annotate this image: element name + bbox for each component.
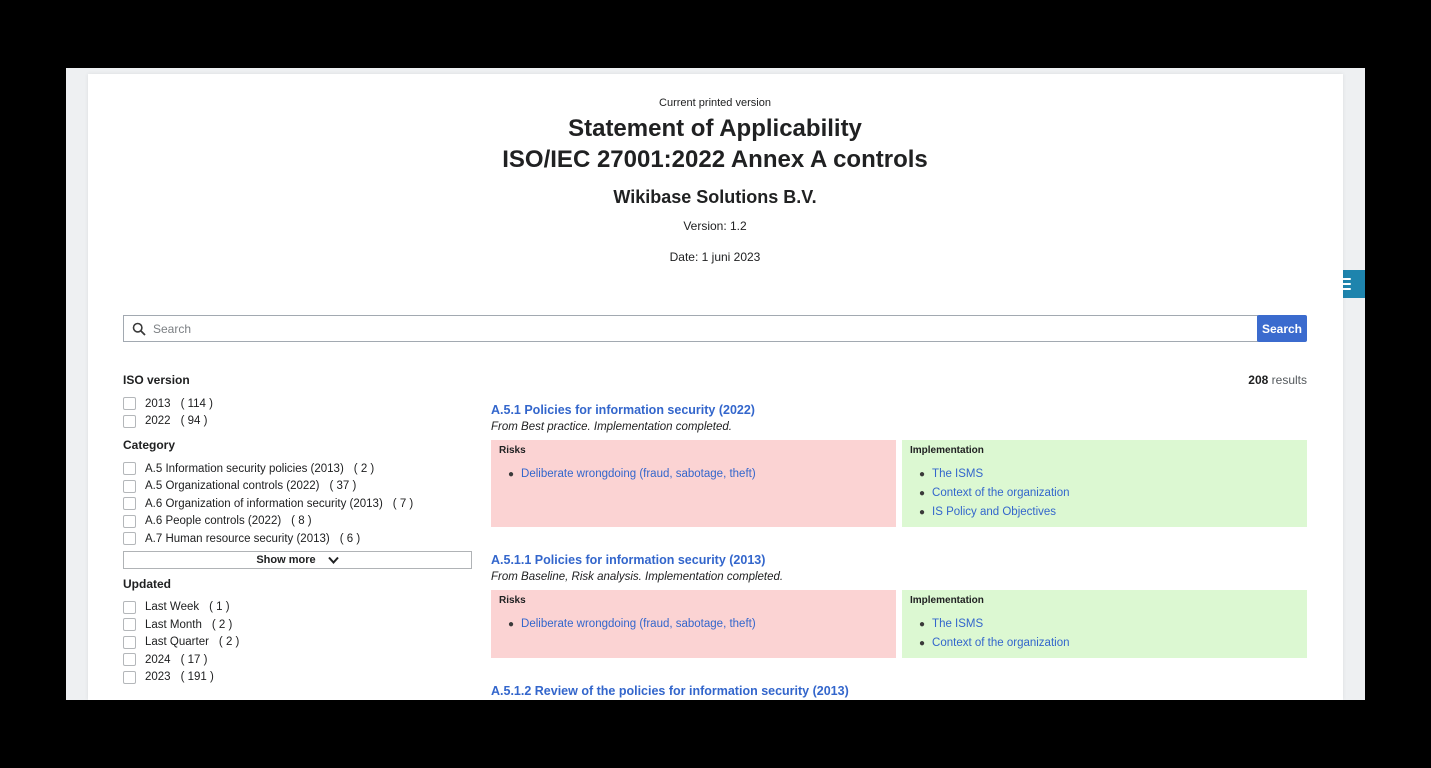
facet-option-2022[interactable]: 2022 ( 94 ) bbox=[123, 413, 472, 431]
search-input[interactable] bbox=[153, 322, 1249, 336]
checkbox-a6-people-controls[interactable] bbox=[123, 515, 136, 528]
show-more-button[interactable]: Show more bbox=[123, 551, 472, 569]
checkbox-last-quarter[interactable] bbox=[123, 636, 136, 649]
current-version-label: Current printed version bbox=[123, 96, 1307, 110]
risk-link[interactable]: Deliberate wrongdoing (fraud, sabotage, … bbox=[521, 468, 756, 480]
risks-panel: Risks ●Deliberate wrongdoing (fraud, sab… bbox=[491, 440, 896, 527]
checkbox-last-month[interactable] bbox=[123, 618, 136, 631]
implementation-link[interactable]: Context of the organization bbox=[932, 637, 1069, 649]
implementation-item: ●Context of the organization bbox=[919, 634, 1299, 653]
facet-heading-category: Category bbox=[123, 438, 472, 453]
document: Current printed version Statement of App… bbox=[88, 74, 1343, 700]
checkbox-2022[interactable] bbox=[123, 415, 136, 428]
page-title: Statement of Applicability ISO/IEC 27001… bbox=[123, 113, 1307, 175]
filter-sidebar: ISO version 2013 ( 114 ) 2022 ( 94 ) Cat… bbox=[123, 373, 472, 700]
version-label: Version: 1.2 bbox=[123, 219, 1307, 233]
implementation-panel: Implementation ●The ISMS ●Context of the… bbox=[902, 440, 1307, 527]
implementation-item: ●The ISMS bbox=[919, 465, 1299, 484]
implementation-link[interactable]: IS Policy and Objectives bbox=[932, 506, 1056, 518]
search-icon bbox=[132, 322, 146, 336]
facet-option-a6-org-infosec[interactable]: A.6 Organization of information security… bbox=[123, 495, 472, 513]
checkbox-2013[interactable] bbox=[123, 397, 136, 410]
checkbox-a5-org-controls[interactable] bbox=[123, 480, 136, 493]
page-title-line1: Statement of Applicability bbox=[123, 113, 1307, 144]
implementation-item: ●Context of the organization bbox=[919, 484, 1299, 503]
risk-link[interactable]: Deliberate wrongdoing (fraud, sabotage, … bbox=[521, 618, 756, 630]
results-count: 208 results bbox=[491, 373, 1307, 388]
result-title-link[interactable]: A.5.1 Policies for information security … bbox=[491, 403, 755, 418]
result-subtitle: From Best practice. Implementation compl… bbox=[491, 421, 1307, 434]
facet-option-2013[interactable]: 2013 ( 114 ) bbox=[123, 395, 472, 413]
result-card: A.5.1.2 Review of the policies for infor… bbox=[491, 682, 1307, 700]
facet-option-a5-infosec-policies[interactable]: A.5 Information security policies (2013)… bbox=[123, 460, 472, 478]
implementation-item: ●The ISMS bbox=[919, 615, 1299, 634]
result-title-link[interactable]: A.5.1.2 Review of the policies for infor… bbox=[491, 684, 849, 699]
checkbox-a6-org-infosec[interactable] bbox=[123, 497, 136, 510]
implementation-panel: Implementation ●The ISMS ●Context of the… bbox=[902, 590, 1307, 658]
implementation-link[interactable]: Context of the organization bbox=[932, 487, 1069, 499]
facet-option-a6-people-controls[interactable]: A.6 People controls (2022) ( 8 ) bbox=[123, 513, 472, 531]
main-content: ISO version 2013 ( 114 ) 2022 ( 94 ) Cat… bbox=[123, 373, 1307, 700]
risks-panel: Risks ●Deliberate wrongdoing (fraud, sab… bbox=[491, 590, 896, 658]
facet-option-a7-human-resource[interactable]: A.7 Human resource security (2013) ( 6 ) bbox=[123, 530, 472, 548]
checkbox-2024[interactable] bbox=[123, 653, 136, 666]
implementation-item: ●IS Policy and Objectives bbox=[919, 503, 1299, 522]
facet-option-last-week[interactable]: Last Week ( 1 ) bbox=[123, 599, 472, 617]
result-card: A.5.1 Policies for information security … bbox=[491, 401, 1307, 527]
implementation-link[interactable]: The ISMS bbox=[932, 618, 983, 630]
facet-heading-updated: Updated bbox=[123, 577, 472, 592]
implementation-link[interactable]: The ISMS bbox=[932, 468, 983, 480]
checkbox-a5-infosec-policies[interactable] bbox=[123, 462, 136, 475]
facet-heading-iso-version: ISO version bbox=[123, 373, 472, 388]
checkbox-a7-human-resource[interactable] bbox=[123, 532, 136, 545]
date-label: Date: 1 juni 2023 bbox=[123, 250, 1307, 264]
browser-viewport: Current printed version Statement of App… bbox=[66, 68, 1365, 700]
result-card: A.5.1.1 Policies for information securit… bbox=[491, 551, 1307, 658]
search-bar: Search bbox=[123, 315, 1307, 342]
facet-option-last-month[interactable]: Last Month ( 2 ) bbox=[123, 616, 472, 634]
results-column: 208 results A.5.1 Policies for informati… bbox=[491, 373, 1307, 700]
chevron-down-icon bbox=[328, 556, 339, 564]
checkbox-last-week[interactable] bbox=[123, 601, 136, 614]
facet-option-last-quarter[interactable]: Last Quarter ( 2 ) bbox=[123, 634, 472, 652]
risk-item: ●Deliberate wrongdoing (fraud, sabotage,… bbox=[508, 465, 888, 484]
result-title-link[interactable]: A.5.1.1 Policies for information securit… bbox=[491, 553, 765, 568]
organization-name: Wikibase Solutions B.V. bbox=[123, 186, 1307, 208]
search-input-wrapper[interactable] bbox=[123, 315, 1258, 342]
facet-option-2023[interactable]: 2023 ( 191 ) bbox=[123, 669, 472, 687]
facet-option-a5-org-controls[interactable]: A.5 Organizational controls (2022) ( 37 … bbox=[123, 478, 472, 496]
checkbox-2023[interactable] bbox=[123, 671, 136, 684]
result-subtitle: From Baseline, Risk analysis. Implementa… bbox=[491, 571, 1307, 584]
risk-item: ●Deliberate wrongdoing (fraud, sabotage,… bbox=[508, 615, 888, 634]
document-header: Current printed version Statement of App… bbox=[123, 96, 1307, 264]
facet-option-2024[interactable]: 2024 ( 17 ) bbox=[123, 651, 472, 669]
search-button[interactable]: Search bbox=[1257, 315, 1307, 342]
page-title-line2: ISO/IEC 27001:2022 Annex A controls bbox=[123, 144, 1307, 175]
